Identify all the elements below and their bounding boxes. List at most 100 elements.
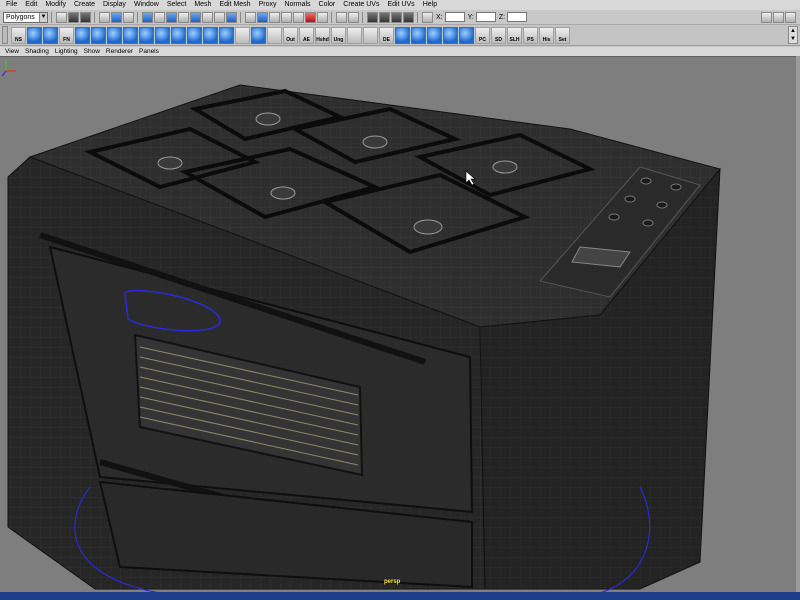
shelf-his-button[interactable]: His bbox=[539, 26, 554, 44]
shelf-scroll-arrows[interactable]: ▲ ▼ bbox=[788, 26, 798, 44]
panel-menu-shading[interactable]: Shading bbox=[22, 47, 52, 56]
save-scene-icon[interactable] bbox=[80, 11, 91, 23]
shelf-set-button[interactable]: Set bbox=[555, 26, 570, 44]
select-curves-icon[interactable] bbox=[166, 11, 177, 23]
panel-menu-renderer[interactable]: Renderer bbox=[103, 47, 136, 56]
select-joints-icon[interactable] bbox=[154, 11, 165, 23]
select-surfaces-icon[interactable] bbox=[178, 11, 189, 23]
menu-color[interactable]: Color bbox=[315, 0, 340, 10]
shelf-out-button[interactable]: Out bbox=[283, 26, 298, 44]
lock-selection-icon[interactable] bbox=[245, 11, 256, 23]
shelf-menu-grip[interactable] bbox=[2, 26, 8, 44]
shelf-pc-button[interactable]: PC bbox=[475, 26, 490, 44]
snap-curve-icon[interactable] bbox=[281, 11, 292, 23]
planar-map-icon[interactable] bbox=[411, 26, 426, 44]
poly-plane-icon[interactable] bbox=[75, 26, 90, 44]
menu-display[interactable]: Display bbox=[99, 0, 130, 10]
poly-cube-icon[interactable] bbox=[27, 26, 42, 44]
shelf-ung-button[interactable]: Ung bbox=[331, 26, 346, 44]
combine-icon[interactable] bbox=[203, 26, 218, 44]
shelf-fn-button[interactable]: FN bbox=[59, 26, 74, 44]
shelf-slh-button[interactable]: SLH bbox=[507, 26, 522, 44]
coord-y-label: Y: bbox=[467, 13, 474, 21]
ipr-render-icon[interactable] bbox=[391, 11, 402, 23]
snap-grid-icon[interactable] bbox=[269, 11, 280, 23]
shelf-ns-button[interactable]: NS bbox=[11, 26, 26, 44]
menu-set-selector[interactable]: Polygons ▼ bbox=[3, 11, 48, 23]
select-hierarchy-icon[interactable] bbox=[99, 11, 110, 23]
graph-editor-icon[interactable] bbox=[363, 26, 378, 44]
menu-edit-uvs[interactable]: Edit UVs bbox=[383, 0, 418, 10]
poly-torus-icon[interactable] bbox=[107, 26, 122, 44]
select-dynamics-icon[interactable] bbox=[202, 11, 213, 23]
shelf-hshd-button[interactable]: Hshd bbox=[315, 26, 330, 44]
make-live-icon[interactable] bbox=[317, 11, 328, 23]
curve-tool-icon[interactable] bbox=[347, 26, 362, 44]
shelf-ps-button[interactable]: PS bbox=[523, 26, 538, 44]
smooth-icon[interactable] bbox=[187, 26, 202, 44]
bridge-icon[interactable] bbox=[171, 26, 186, 44]
menu-edit-mesh[interactable]: Edit Mesh bbox=[215, 0, 254, 10]
menu-proxy[interactable]: Proxy bbox=[255, 0, 281, 10]
snap-point-icon[interactable] bbox=[293, 11, 304, 23]
panel-menu-show[interactable]: Show bbox=[81, 47, 103, 56]
menu-create-uvs[interactable]: Create UVs bbox=[339, 0, 383, 10]
select-object-icon[interactable] bbox=[111, 11, 122, 23]
menu-window[interactable]: Window bbox=[130, 0, 163, 10]
menu-select[interactable]: Select bbox=[163, 0, 190, 10]
input-mode-icon[interactable] bbox=[422, 11, 433, 23]
panel-menu-panels[interactable]: Panels bbox=[136, 47, 162, 56]
coord-x: X: bbox=[436, 12, 465, 22]
coord-y-field[interactable] bbox=[475, 12, 496, 22]
spherical-map-icon[interactable] bbox=[443, 26, 458, 44]
shelf-sd-button[interactable]: SD bbox=[491, 26, 506, 44]
perspective-viewport[interactable]: persp bbox=[0, 56, 800, 592]
stove-model bbox=[7, 84, 721, 592]
menu-modify[interactable]: Modify bbox=[41, 0, 70, 10]
channel-box-toggle-icon[interactable] bbox=[785, 11, 796, 23]
menu-normals[interactable]: Normals bbox=[280, 0, 314, 10]
attribute-editor-toggle-icon[interactable] bbox=[761, 11, 772, 23]
poly-cylinder-icon[interactable] bbox=[91, 26, 106, 44]
split-polygon-icon[interactable] bbox=[251, 26, 266, 44]
snap-view-plane-icon[interactable] bbox=[305, 11, 316, 23]
menu-help[interactable]: Help bbox=[419, 0, 441, 10]
new-scene-icon[interactable] bbox=[56, 11, 67, 23]
menu-create[interactable]: Create bbox=[70, 0, 99, 10]
cylindrical-map-icon[interactable] bbox=[427, 26, 442, 44]
shelf-ae-button[interactable]: AE bbox=[299, 26, 314, 44]
coord-z-field[interactable] bbox=[507, 12, 528, 22]
coord-z: Z: bbox=[499, 12, 528, 22]
bevel-icon[interactable] bbox=[155, 26, 170, 44]
panel-menu-lighting[interactable]: Lighting bbox=[52, 47, 81, 56]
circle-tool-icon[interactable] bbox=[235, 26, 250, 44]
extrude-icon[interactable] bbox=[139, 26, 154, 44]
divider bbox=[362, 11, 366, 23]
separate-icon[interactable] bbox=[219, 26, 234, 44]
tool-settings-toggle-icon[interactable] bbox=[773, 11, 784, 23]
menu-edit[interactable]: Edit bbox=[21, 0, 41, 10]
poly-cone-icon[interactable] bbox=[123, 26, 138, 44]
render-view-icon[interactable] bbox=[367, 11, 378, 23]
divider bbox=[331, 11, 335, 23]
uv-texture-editor-icon[interactable] bbox=[395, 26, 410, 44]
menu-file[interactable]: File bbox=[2, 0, 21, 10]
history-icon[interactable] bbox=[348, 11, 359, 23]
panel-menu-view[interactable]: View bbox=[2, 47, 22, 56]
open-scene-icon[interactable] bbox=[68, 11, 79, 23]
input-output-icon[interactable] bbox=[336, 11, 347, 23]
select-deformations-icon[interactable] bbox=[190, 11, 201, 23]
select-misc-icon[interactable] bbox=[226, 11, 237, 23]
select-rendering-icon[interactable] bbox=[214, 11, 225, 23]
poly-sphere-icon[interactable] bbox=[43, 26, 58, 44]
select-handles-icon[interactable] bbox=[142, 11, 153, 23]
render-settings-icon[interactable] bbox=[403, 11, 414, 23]
render-frame-icon[interactable] bbox=[379, 11, 390, 23]
coord-x-field[interactable] bbox=[444, 12, 465, 22]
automatic-map-icon[interactable] bbox=[459, 26, 474, 44]
highlight-selection-icon[interactable] bbox=[257, 11, 268, 23]
connect-components-icon[interactable] bbox=[267, 26, 282, 44]
shelf-de-button[interactable]: DE bbox=[379, 26, 394, 44]
menu-mesh[interactable]: Mesh bbox=[190, 0, 215, 10]
select-component-icon[interactable] bbox=[123, 11, 134, 23]
